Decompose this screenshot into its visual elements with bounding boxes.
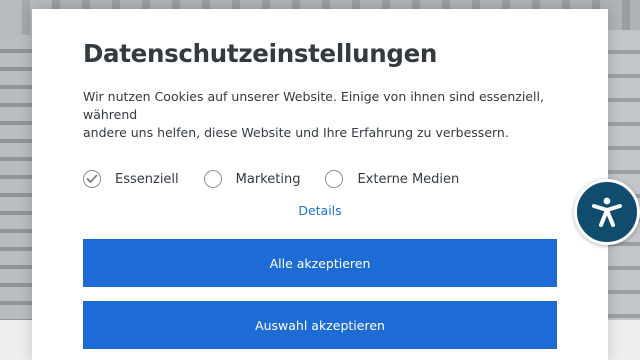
externe-medien-label: Externe Medien bbox=[357, 171, 460, 187]
checkmark-icon bbox=[86, 174, 98, 183]
option-marketing[interactable]: Marketing bbox=[203, 170, 301, 188]
essenziell-checkbox[interactable] bbox=[83, 170, 101, 188]
description-line-1: Wir nutzen Cookies auf unserer Website. … bbox=[83, 89, 544, 104]
background-photo-right-edge bbox=[607, 30, 640, 320]
accept-all-button[interactable]: Alle akzeptieren bbox=[83, 239, 557, 287]
background-photo-left-edge bbox=[0, 35, 32, 320]
marketing-label: Marketing bbox=[235, 171, 301, 187]
cookie-consent-dialog: Datenschutzeinstellungen Wir nutzen Cook… bbox=[32, 9, 608, 360]
dialog-title: Datenschutzeinstellungen bbox=[83, 39, 438, 68]
details-link[interactable]: Details bbox=[32, 203, 608, 218]
description-line-2: während bbox=[83, 107, 138, 122]
dialog-description: Wir nutzen Cookies auf unserer Website. … bbox=[83, 88, 553, 142]
accept-selection-button[interactable]: Auswahl akzeptieren bbox=[83, 301, 557, 349]
externe-medien-checkbox[interactable] bbox=[325, 170, 344, 188]
consent-options: Essenziell Marketing Externe Medien bbox=[83, 168, 459, 190]
essenziell-label: Essenziell bbox=[115, 171, 179, 187]
marketing-checkbox[interactable] bbox=[203, 170, 222, 188]
accessibility-person-icon bbox=[592, 197, 622, 227]
option-externe-medien[interactable]: Externe Medien bbox=[325, 170, 459, 188]
description-line-3: andere uns helfen, diese Website und Ihr… bbox=[83, 125, 509, 140]
option-essenziell[interactable]: Essenziell bbox=[83, 170, 179, 188]
accessibility-button[interactable] bbox=[574, 179, 640, 245]
